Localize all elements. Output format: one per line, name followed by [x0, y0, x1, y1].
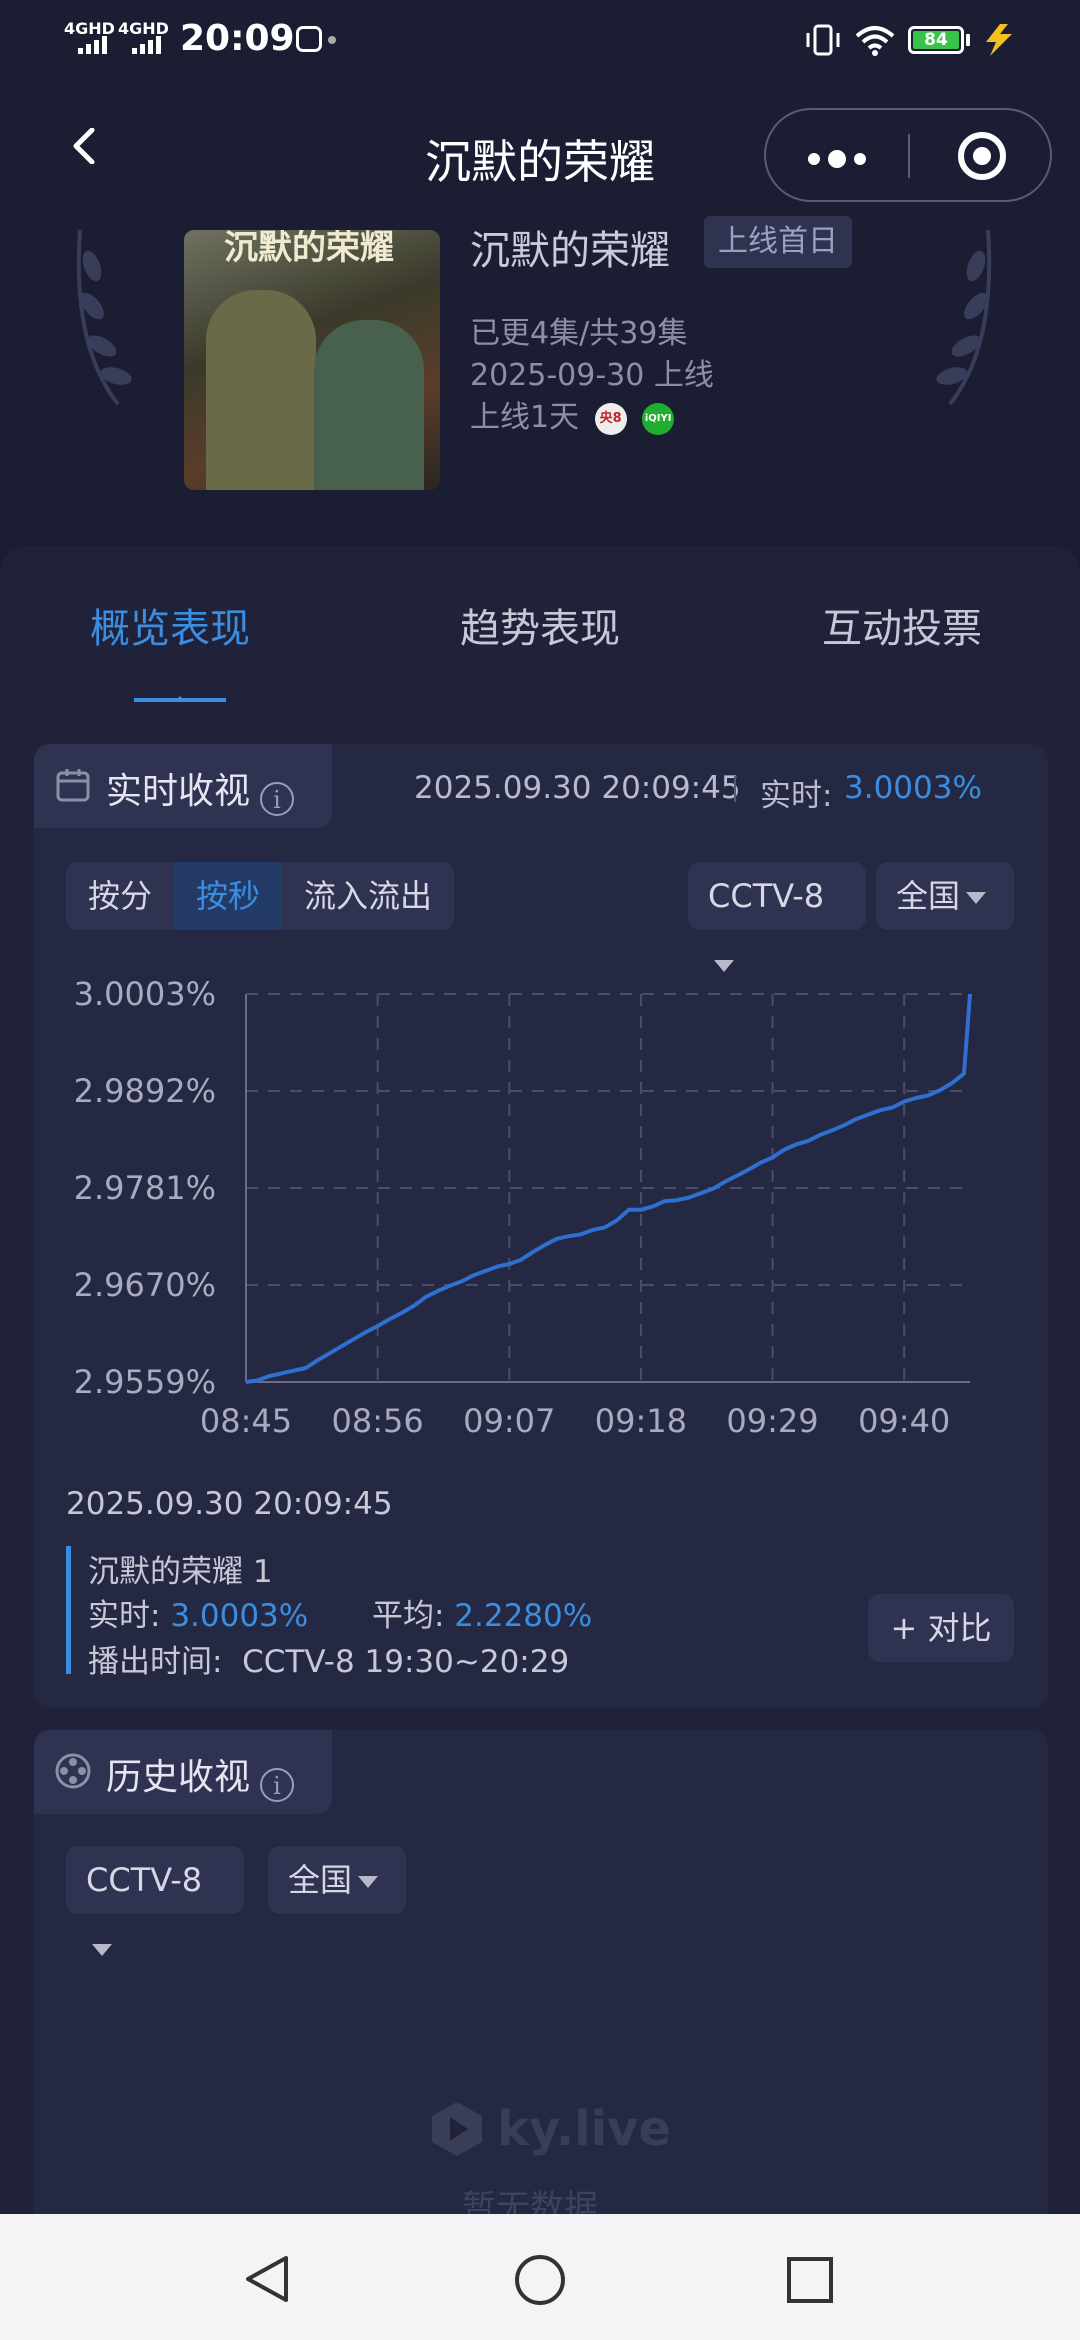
tab-overview[interactable]: 概览表现 [90, 596, 250, 654]
history-region-dropdown[interactable]: 全国 [268, 1846, 406, 1914]
close-mini-program-icon[interactable] [958, 132, 1006, 180]
realtime-label: 实时: [88, 1598, 161, 1634]
status-time: 20:09 [180, 18, 295, 59]
channel-dropdown[interactable]: CCTV-8 [688, 862, 866, 972]
realtime-title-row: 实时收视 i [106, 762, 295, 816]
x-tick-label: 09:40 [858, 1402, 950, 1440]
network-indicator-2: 4GHD [118, 20, 169, 54]
realtime-rating: 3.0003% [170, 1598, 309, 1634]
poster-title: 沉默的荣耀 [224, 230, 394, 268]
x-tick-label: 09:18 [595, 1402, 687, 1440]
laurel-right-icon [936, 229, 992, 406]
show-poster[interactable]: 沉默的荣耀 [184, 230, 440, 490]
online-days: 上线1天 [470, 400, 580, 435]
history-channel-value: CCTV-8 [86, 1861, 203, 1899]
poster-figure-man [206, 290, 316, 490]
tab-vote[interactable]: 互动投票 [822, 596, 982, 654]
mini-program-capsule [764, 108, 1052, 202]
region-dropdown[interactable]: 全国 [876, 862, 1014, 930]
header-divider [734, 776, 736, 802]
nav-back-icon[interactable] [244, 2254, 290, 2304]
segment-by-minute[interactable]: 按分 [66, 862, 174, 930]
rating-row: 实时: 3.0003% 平均: 2.2280% [88, 1590, 592, 1635]
notification-dot-icon [328, 36, 336, 44]
poster-figure-woman [314, 320, 424, 490]
more-icon[interactable] [808, 150, 866, 168]
chevron-down-icon [966, 892, 987, 914]
detail-timestamp: 2025.09.30 20:09:45 [66, 1486, 393, 1522]
watermark: ky.live [428, 2100, 671, 2158]
y-tick-label: 2.9781% [74, 1169, 216, 1207]
nav-home-icon[interactable] [514, 2254, 566, 2306]
region-dropdown-value: 全国 [896, 877, 961, 915]
realtime-line-chart: 3.0003% 2.9892% 2.9781% 2.9670% 2.9559%08:45… [74, 975, 972, 1440]
segment-by-second[interactable]: 按秒 [174, 862, 283, 930]
release-date: 2025-09-30 上线 [470, 358, 714, 393]
info-icon[interactable]: i [260, 781, 295, 816]
nav-recents-icon[interactable] [786, 2256, 834, 2304]
network-indicator-1: 4GHD [64, 20, 115, 54]
airtime: 播出时间: CCTV-8 19:30~20:29 [88, 1644, 570, 1680]
x-tick-label: 09:29 [726, 1402, 818, 1440]
chevron-down-icon [92, 1944, 112, 1966]
chevron-down-icon [358, 1876, 379, 1898]
series-legend-bar [66, 1546, 71, 1674]
battery-level: 84 [913, 31, 959, 49]
y-tick-label: 3.0003% [74, 975, 216, 1013]
tab-trend[interactable]: 趋势表现 [460, 596, 620, 654]
realtime-header: 实时收视 i [34, 744, 332, 828]
history-title-row: 历史收视 i [106, 1748, 295, 1802]
info-icon[interactable]: i [260, 1767, 295, 1802]
cctv8-channel-icon: 央8 [594, 402, 627, 435]
average-rating: 2.2280% [454, 1598, 593, 1634]
history-title: 历史收视 [106, 1757, 251, 1798]
realtime-label: 实时: [760, 778, 833, 814]
episode-count: 已更4集/共39集 [470, 316, 688, 351]
vibrate-icon [806, 24, 840, 56]
film-reel-icon [55, 1753, 91, 1789]
status-badge: 上线首日 [704, 216, 852, 268]
battery-tip [966, 34, 970, 46]
status-bar: 4GHD 4GHD 20:09 84 [0, 0, 1080, 80]
iqiyi-channel-icon: iQIYI [642, 402, 675, 435]
history-region-value: 全国 [288, 1861, 353, 1899]
battery-icon: 84 [908, 26, 964, 54]
charging-icon [986, 24, 1012, 56]
program-name: 沉默的荣耀 1 [88, 1554, 273, 1590]
laurel-left-icon [76, 229, 132, 406]
history-header: 历史收视 i [34, 1730, 332, 1814]
x-tick-label: 08:45 [200, 1402, 292, 1440]
x-tick-label: 09:07 [463, 1402, 555, 1440]
realtime-timestamp: 2025.09.30 20:09:45 [414, 770, 741, 806]
segment-flow[interactable]: 流入流出 [282, 862, 454, 930]
watermark-text: ky.live [497, 2101, 671, 2157]
app-notification-icon [296, 26, 322, 52]
wifi-icon [855, 26, 895, 56]
capsule-divider [908, 134, 910, 178]
kylive-logo-icon [432, 2102, 482, 2156]
realtime-title: 实时收视 [106, 771, 251, 812]
system-navigation-bar [0, 2214, 1080, 2340]
calendar-icon [56, 769, 90, 802]
average-label: 平均: [371, 1598, 445, 1634]
granularity-segmented-control: 按分 按秒 流入流出 [66, 862, 455, 930]
y-tick-label: 2.9670% [74, 1266, 216, 1304]
realtime-value: 3.0003% [844, 770, 982, 806]
online-days-row: 上线1天 央8 iQIYI [470, 392, 675, 436]
compare-button[interactable]: + 对比 [868, 1594, 1014, 1662]
tab-indicator [134, 696, 226, 702]
history-channel-dropdown[interactable]: CCTV-8 [66, 1846, 244, 1956]
y-tick-label: 2.9559% [74, 1363, 216, 1401]
x-tick-label: 08:56 [332, 1402, 424, 1440]
show-name: 沉默的荣耀 [470, 228, 670, 274]
y-tick-label: 2.9892% [74, 1072, 216, 1110]
channel-dropdown-value: CCTV-8 [708, 877, 825, 915]
